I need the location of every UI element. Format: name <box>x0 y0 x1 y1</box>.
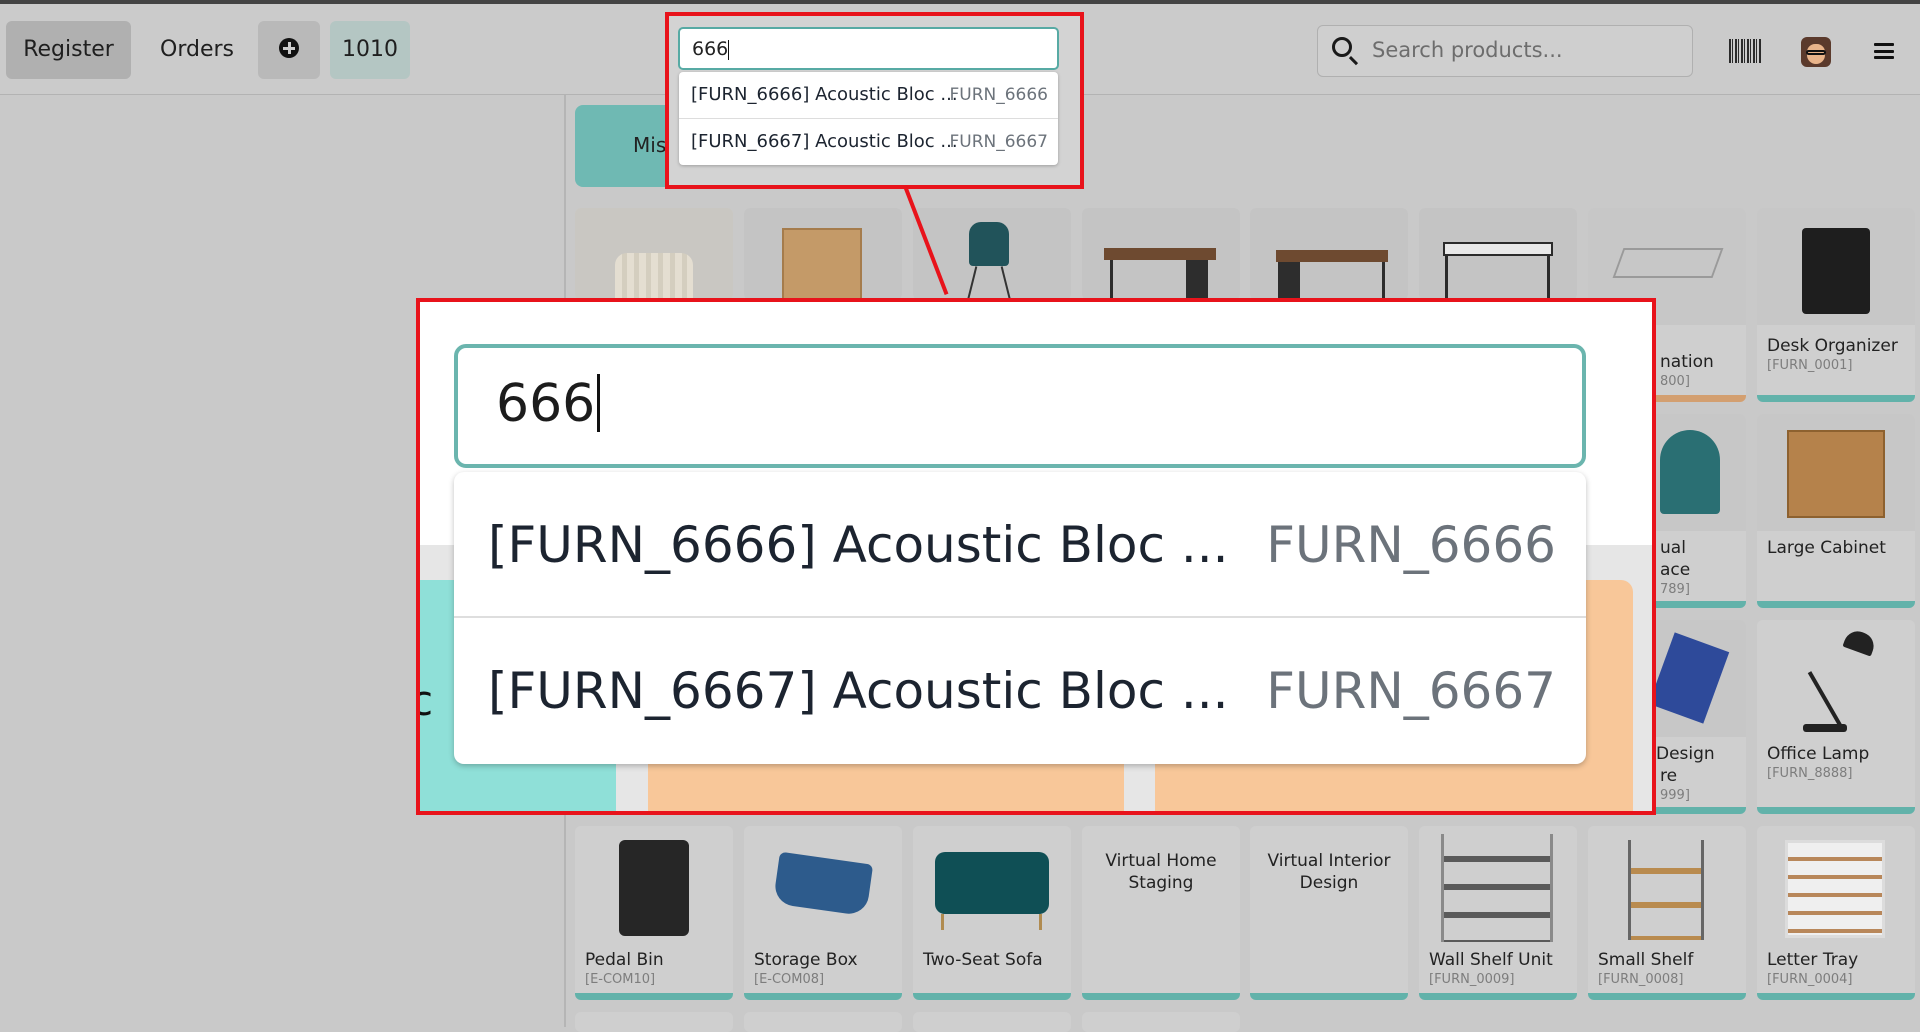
product-ref: [FURN_0004] <box>1767 972 1853 987</box>
product-card[interactable]: Large Cabinet <box>1757 414 1915 608</box>
product-card[interactable]: Small Shelf [FURN_0008] <box>1588 826 1746 1000</box>
product-name: nation <box>1660 352 1714 372</box>
result-code: FURN_6666 <box>949 85 1048 105</box>
search-result-item[interactable]: [FURN_6666] Acoustic Bloc ... FURN_6666 <box>679 72 1058 119</box>
product-card[interactable]: Pedal Bin [E-COM10] <box>575 826 733 1000</box>
result-code: FURN_6667 <box>949 132 1048 152</box>
product-name: Desk Organizer <box>1767 336 1898 356</box>
search-icon <box>1332 37 1352 57</box>
desk-image <box>1443 242 1553 256</box>
product-card[interactable] <box>1419 208 1577 300</box>
zoom-result-item[interactable]: [FURN_6666] Acoustic Bloc ... FURN_6666 <box>454 472 1586 618</box>
search-results-dropdown: [FURN_6666] Acoustic Bloc ... FURN_6666 … <box>679 72 1058 165</box>
product-ref: [FURN_0008] <box>1598 972 1684 987</box>
result-label: [FURN_6667] Acoustic Bloc ... <box>691 131 958 152</box>
letter-tray-image <box>1785 840 1885 938</box>
product-ref: 999] <box>1660 788 1690 803</box>
product-name: Letter Tray <box>1767 950 1859 970</box>
product-card[interactable] <box>913 208 1071 300</box>
search-placeholder: Search products... <box>1372 38 1563 62</box>
product-name: Wall Shelf Unit <box>1429 950 1553 970</box>
product-name: Virtual Home Staging <box>1105 851 1217 893</box>
avatar-glasses <box>1806 50 1826 55</box>
plus-circle-icon <box>279 38 299 58</box>
order-tab-1010[interactable]: 1010 <box>330 21 410 79</box>
product-ref: [E-COM08] <box>754 972 825 987</box>
booth-image <box>1660 430 1720 514</box>
product-card[interactable]: Virtual Home Staging <box>1082 826 1240 1000</box>
product-name: Two-Seat Sofa <box>923 950 1043 970</box>
product-name: Design <box>1656 744 1715 764</box>
result-label: [FURN_6666] Acoustic Bloc ... <box>691 84 958 105</box>
zoom-result-label: [FURN_6666] Acoustic Bloc ... <box>488 516 1229 574</box>
product-name: Pedal Bin <box>585 950 664 970</box>
product-card[interactable] <box>744 208 902 300</box>
large-cabinet-image <box>1787 430 1885 518</box>
zoom-result-code: FURN_6667 <box>1266 662 1556 720</box>
zoom-result-item[interactable]: [FURN_6667] Acoustic Bloc ... FURN_6667 <box>454 618 1586 762</box>
desk-image <box>1276 250 1388 262</box>
product-name: Storage Box <box>754 950 858 970</box>
product-card[interactable] <box>1082 208 1240 300</box>
text-caret <box>597 374 601 432</box>
desk-organizer-image <box>1802 228 1870 314</box>
wall-shelf-image <box>1441 834 1553 942</box>
workstation-image <box>1612 248 1724 278</box>
product-name: Virtual Interior Design <box>1267 851 1391 893</box>
zoom-search-input[interactable]: 666 <box>454 344 1586 468</box>
product-card[interactable] <box>575 1012 733 1032</box>
zoom-result-code: FURN_6666 <box>1266 516 1556 574</box>
avatar[interactable] <box>1801 37 1831 67</box>
product-card[interactable]: Two-Seat Sofa <box>913 826 1071 1000</box>
product-card[interactable]: Letter Tray [FURN_0004] <box>1757 826 1915 1000</box>
room-divider-image <box>615 253 693 300</box>
product-search-input[interactable]: 666 <box>678 27 1059 70</box>
chair-image <box>969 222 1009 266</box>
product-ref: 800] <box>1660 374 1690 389</box>
product-card[interactable] <box>1250 208 1408 300</box>
search-products-input[interactable]: Search products... <box>1317 25 1693 77</box>
sofa-image <box>935 852 1049 914</box>
product-card[interactable] <box>744 1012 902 1032</box>
cabinet-image <box>782 228 862 300</box>
product-card[interactable]: Desk Organizer [FURN_0001] <box>1757 208 1915 402</box>
product-name: ual <box>1660 538 1686 558</box>
zoom-result-label: [FURN_6667] Acoustic Bloc ... <box>488 662 1229 720</box>
product-card[interactable]: Storage Box [E-COM08] <box>744 826 902 1000</box>
product-name: Office Lamp <box>1767 744 1870 764</box>
product-card[interactable]: Virtual Interior Design <box>1250 826 1408 1000</box>
zoom-search-query: 666 <box>496 374 596 434</box>
zoom-tile-fragment: c <box>420 676 433 725</box>
search-result-item[interactable]: [FURN_6667] Acoustic Bloc ... FURN_6667 <box>679 119 1058 165</box>
search-query: 666 <box>692 38 729 60</box>
barcode-icon[interactable] <box>1729 39 1761 63</box>
product-name-line2: ace <box>1660 560 1691 580</box>
product-ref: [FURN_0009] <box>1429 972 1515 987</box>
small-shelf-image <box>1628 840 1704 940</box>
product-ref: 789] <box>1660 582 1690 597</box>
product-name-line2: re <box>1660 766 1678 786</box>
register-button[interactable]: Register <box>6 21 131 79</box>
pedal-bin-image <box>619 840 689 936</box>
product-name: Small Shelf <box>1598 950 1694 970</box>
orders-button[interactable]: Orders <box>142 21 252 79</box>
product-ref: [FURN_8888] <box>1767 766 1853 781</box>
hamburger-menu-icon[interactable] <box>1874 43 1894 59</box>
product-card[interactable]: Wall Shelf Unit [FURN_0009] <box>1419 826 1577 1000</box>
product-ref: [E-COM10] <box>585 972 656 987</box>
zoom-results-dropdown: [FURN_6666] Acoustic Bloc ... FURN_6666 … <box>454 472 1586 764</box>
product-card[interactable]: Office Lamp [FURN_8888] <box>1757 620 1915 814</box>
product-name: Large Cabinet <box>1767 538 1886 558</box>
product-ref: [FURN_0001] <box>1767 358 1853 373</box>
desk-image <box>1104 248 1216 260</box>
new-order-button[interactable] <box>258 21 320 79</box>
product-card[interactable] <box>575 208 733 300</box>
product-card[interactable] <box>913 1012 1071 1032</box>
product-card[interactable] <box>1082 1012 1240 1032</box>
zoom-callout: c 666 [FURN_6666] Acoustic Bloc ... FURN… <box>416 298 1656 815</box>
